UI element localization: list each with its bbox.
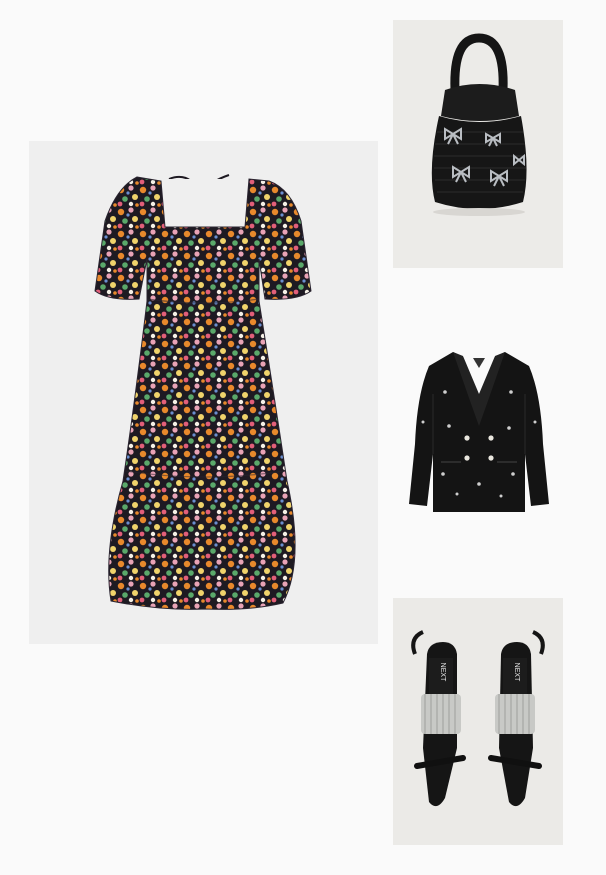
brand-mark-right: NEXT <box>513 663 520 682</box>
left-sandal-icon: NEXT <box>411 630 466 807</box>
bag-image-icon <box>431 33 527 216</box>
jacket-image-icon <box>409 352 549 512</box>
sandals-image-icon: NEXT NEXT <box>411 630 545 807</box>
dress-image-icon <box>94 174 312 610</box>
dress-product-image[interactable] <box>29 141 378 644</box>
bag-product-image[interactable] <box>393 20 563 268</box>
sandals-product-image[interactable]: NEXT NEXT <box>393 598 563 845</box>
jacket-product-image[interactable] <box>393 334 563 533</box>
right-sandal-icon: NEXT <box>488 630 545 807</box>
brand-mark-left: NEXT <box>439 663 446 682</box>
